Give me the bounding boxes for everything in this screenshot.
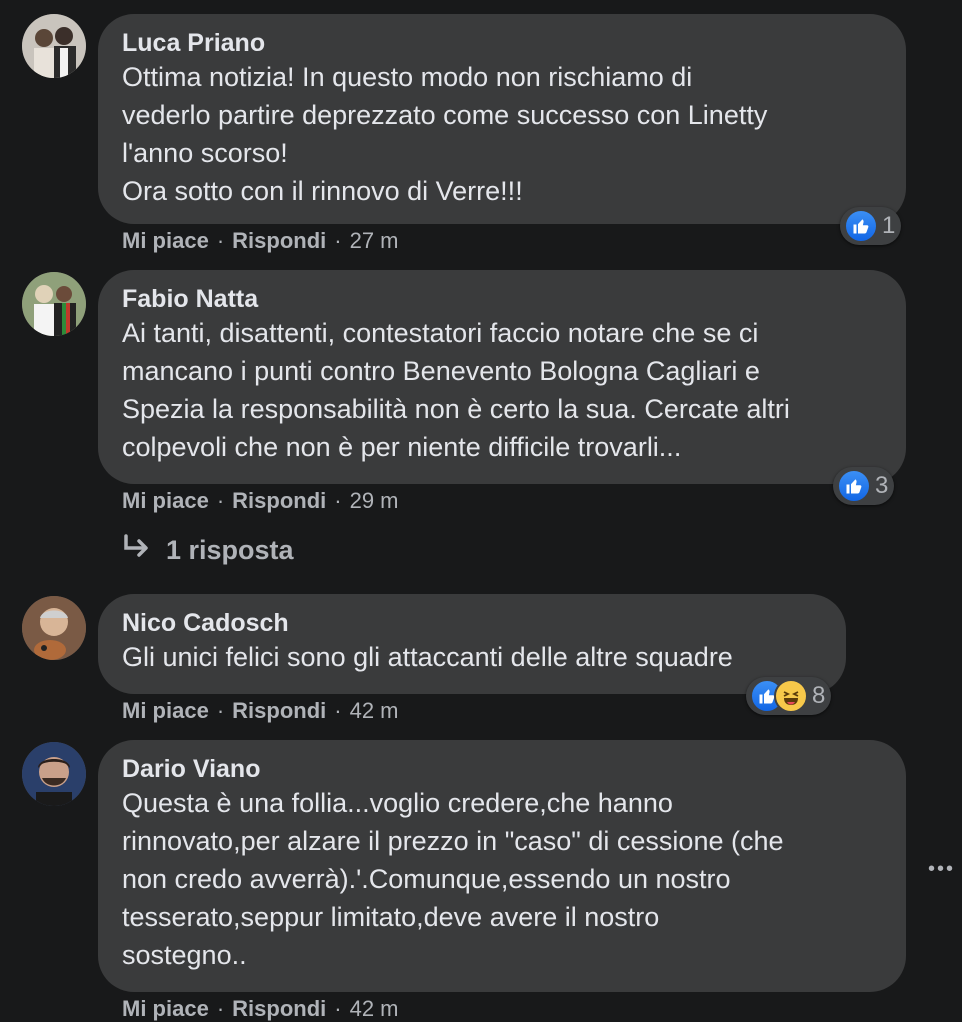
- separator-dot: ·: [216, 698, 225, 723]
- comment-actions: Mi piace · Rispondi · 42 m: [122, 996, 399, 1022]
- comment-text: Ottima notizia! In questo modo non risch…: [122, 62, 768, 206]
- comment-timestamp[interactable]: 29 m: [350, 488, 399, 514]
- comment-bubble: Dario Viano Questa è una follia...voglio…: [98, 740, 906, 992]
- comment-timestamp[interactable]: 42 m: [350, 698, 399, 724]
- separator-dot: ·: [334, 228, 342, 253]
- comment-timestamp[interactable]: 42 m: [350, 996, 399, 1022]
- comment-bubble: Luca Priano Ottima notizia! In questo mo…: [98, 14, 906, 224]
- separator-dot: ·: [216, 996, 225, 1021]
- like-icon: [837, 469, 871, 503]
- reaction-summary[interactable]: 8: [746, 677, 832, 715]
- replies-label[interactable]: 1 risposta: [166, 535, 294, 566]
- comment-text: Questa è una follia...voglio credere,che…: [122, 788, 784, 970]
- reaction-summary[interactable]: 1: [840, 207, 902, 245]
- like-icon: [844, 209, 878, 243]
- comment-actions: Mi piace · Rispondi · 42 m: [122, 698, 399, 724]
- like-button[interactable]: Mi piace: [122, 228, 209, 254]
- comment-author[interactable]: Dario Viano: [122, 754, 882, 784]
- avatar[interactable]: [22, 742, 86, 806]
- reply-button[interactable]: Rispondi: [232, 488, 326, 514]
- comment-author[interactable]: Luca Priano: [122, 28, 882, 58]
- more-options-icon[interactable]: •••: [928, 858, 955, 881]
- reaction-count: 3: [875, 472, 889, 499]
- like-button[interactable]: Mi piace: [122, 698, 209, 724]
- reaction-count: 8: [812, 682, 826, 709]
- comment-text: Ai tanti, disattenti, contestatori facci…: [122, 318, 790, 462]
- avatar[interactable]: [22, 14, 86, 78]
- haha-icon: [774, 679, 808, 713]
- like-button[interactable]: Mi piace: [122, 488, 209, 514]
- comment-author[interactable]: Nico Cadosch: [122, 608, 822, 638]
- comment-bubble: Nico Cadosch Gli unici felici sono gli a…: [98, 594, 846, 694]
- comment-actions: Mi piace · Rispondi · 29 m: [122, 488, 399, 514]
- reply-arrow-icon: [122, 534, 152, 567]
- reply-button[interactable]: Rispondi: [232, 698, 326, 724]
- separator-dot: ·: [216, 488, 225, 513]
- comment-author[interactable]: Fabio Natta: [122, 284, 882, 314]
- separator-dot: ·: [334, 488, 342, 513]
- reaction-count: 1: [882, 212, 896, 239]
- reply-button[interactable]: Rispondi: [232, 996, 326, 1022]
- separator-dot: ·: [216, 228, 225, 253]
- avatar[interactable]: [22, 596, 86, 660]
- avatar[interactable]: [22, 272, 86, 336]
- comment-actions: Mi piace · Rispondi · 27 m: [122, 228, 399, 254]
- reaction-summary[interactable]: 3: [833, 467, 895, 505]
- comment-text: Gli unici felici sono gli attaccanti del…: [122, 642, 733, 672]
- comment-bubble: Fabio Natta Ai tanti, disattenti, contes…: [98, 270, 906, 484]
- separator-dot: ·: [334, 698, 342, 723]
- like-button[interactable]: Mi piace: [122, 996, 209, 1022]
- separator-dot: ·: [334, 996, 342, 1021]
- comment-timestamp[interactable]: 27 m: [350, 228, 399, 254]
- view-replies-button[interactable]: 1 risposta: [122, 534, 294, 567]
- reply-button[interactable]: Rispondi: [232, 228, 326, 254]
